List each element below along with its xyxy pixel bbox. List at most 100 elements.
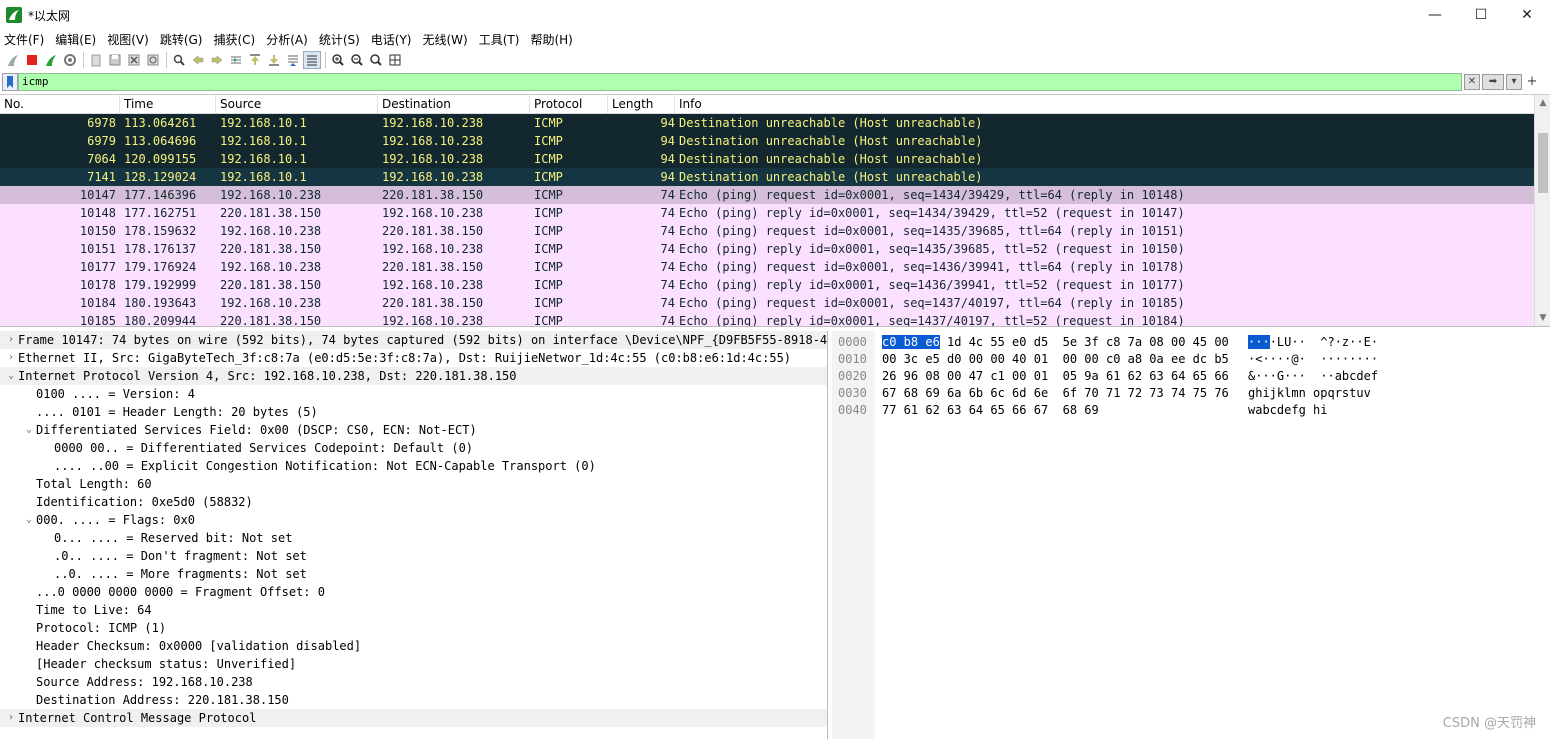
detail-tree-item[interactable]: 0... .... = Reserved bit: Not set xyxy=(0,529,827,547)
detail-tree-item[interactable]: .... 0101 = Header Length: 20 bytes (5) xyxy=(0,403,827,421)
detail-tree-item[interactable]: Total Length: 60 xyxy=(0,475,827,493)
filter-history-chevron-down-icon[interactable]: ▾ xyxy=(1506,73,1522,90)
colorize-icon[interactable] xyxy=(303,51,321,69)
packet-cell-proto: ICMP xyxy=(534,314,563,327)
column-header-no[interactable]: No. xyxy=(0,95,120,113)
detail-tree-item[interactable]: › Ethernet II, Src: GigaByteTech_3f:c8:7a… xyxy=(0,349,827,367)
chevron-down-icon[interactable]: ⌄ xyxy=(4,367,18,385)
detail-tree-item[interactable]: Time to Live: 64 xyxy=(0,601,827,619)
column-header-time[interactable]: Time xyxy=(120,95,216,113)
menu-file[interactable]: 文件(F) xyxy=(4,31,44,48)
chevron-down-icon[interactable]: ⌄ xyxy=(22,421,36,439)
close-file-icon[interactable] xyxy=(125,51,143,69)
scroll-down-arrow-icon[interactable]: ▼ xyxy=(1535,310,1550,326)
reload-file-icon[interactable] xyxy=(144,51,162,69)
detail-tree-item[interactable]: › Internet Control Message Protocol xyxy=(0,709,827,727)
bookmark-icon[interactable] xyxy=(2,72,18,91)
chevron-right-icon[interactable]: › xyxy=(4,331,18,349)
menu-tools[interactable]: 工具(T) xyxy=(479,31,520,48)
open-file-icon[interactable] xyxy=(87,51,105,69)
go-forward-icon[interactable] xyxy=(208,51,226,69)
packet-row[interactable]: 10150 178.159632 192.168.10.238 220.181.38.… xyxy=(0,222,1550,240)
column-header-protocol[interactable]: Protocol xyxy=(530,95,608,113)
close-button[interactable]: ✕ xyxy=(1504,0,1550,30)
menu-go[interactable]: 跳转(G) xyxy=(160,31,203,48)
chevron-right-icon[interactable]: › xyxy=(4,709,18,727)
packet-cell-dst: 192.168.10.238 xyxy=(382,242,484,256)
detail-tree-item[interactable]: › Frame 10147: 74 bytes on wire (592 bits… xyxy=(0,331,827,349)
capture-options-icon[interactable] xyxy=(61,51,79,69)
detail-tree-item[interactable]: Identification: 0xe5d0 (58832) xyxy=(0,493,827,511)
detail-tree-item[interactable]: ..0. .... = More fragments: Not set xyxy=(0,565,827,583)
scrollbar-thumb[interactable] xyxy=(1538,133,1548,193)
restart-capture-icon[interactable] xyxy=(42,51,60,69)
detail-tree-item[interactable]: .... ..00 = Explicit Congestion Notifica… xyxy=(0,457,827,475)
stop-capture-icon[interactable] xyxy=(23,51,41,69)
menu-analyze[interactable]: 分析(A) xyxy=(266,31,308,48)
display-filter-input[interactable]: icmp xyxy=(18,72,1462,91)
packet-row[interactable]: 6978 113.064261 192.168.10.1 192.168.10.238… xyxy=(0,114,1550,132)
detail-tree-item[interactable]: Destination Address: 220.181.38.150 xyxy=(0,691,827,709)
packet-row[interactable]: 10177 179.176924 192.168.10.238 220.181.38.… xyxy=(0,258,1550,276)
detail-tree-item[interactable]: ⌄ Internet Protocol Version 4, Src: 192.1… xyxy=(0,367,827,385)
display-filter-bar: icmp ✕ ➡ ▾ + xyxy=(0,72,1550,91)
detail-tree-item[interactable]: Protocol: ICMP (1) xyxy=(0,619,827,637)
detail-tree-item[interactable]: 0100 .... = Version: 4 xyxy=(0,385,827,403)
menu-capture[interactable]: 捕获(C) xyxy=(213,31,255,48)
packet-row[interactable]: 7141 128.129024 192.168.10.1 192.168.10.238… xyxy=(0,168,1550,186)
packet-row[interactable]: 10178 179.192999 220.181.38.150 192.168.10.… xyxy=(0,276,1550,294)
detail-tree-item[interactable]: .0.. .... = Don't fragment: Not set xyxy=(0,547,827,565)
packet-row[interactable]: 10185 180.209944 220.181.38.150 192.168.10.… xyxy=(0,312,1550,327)
start-capture-icon[interactable] xyxy=(4,51,22,69)
apply-filter-icon[interactable]: ➡ xyxy=(1482,73,1504,90)
byte-row[interactable]: 0000 c0 b8 e6 1d 4c 55 e0 d5 5e 3f c8 7a … xyxy=(832,334,1532,351)
detail-tree-item[interactable]: ⌄ Differentiated Services Field: 0x00 (DS… xyxy=(0,421,827,439)
detail-tree-item[interactable]: ⌄ 000. .... = Flags: 0x0 xyxy=(0,511,827,529)
detail-tree-item[interactable]: Source Address: 192.168.10.238 xyxy=(0,673,827,691)
packet-row[interactable]: 6979 113.064696 192.168.10.1 192.168.10.238… xyxy=(0,132,1550,150)
zoom-in-icon[interactable] xyxy=(329,51,347,69)
find-packet-icon[interactable] xyxy=(170,51,188,69)
zoom-reset-icon[interactable] xyxy=(367,51,385,69)
maximize-button[interactable]: ☐ xyxy=(1458,0,1504,30)
packet-list-scrollbar[interactable]: ▲ ▼ xyxy=(1534,95,1550,326)
menu-edit[interactable]: 编辑(E) xyxy=(55,31,96,48)
packet-cell-len: 94 xyxy=(660,116,675,130)
autoscroll-icon[interactable] xyxy=(284,51,302,69)
add-filter-button-icon[interactable]: + xyxy=(1524,74,1540,90)
scroll-up-arrow-icon[interactable]: ▲ xyxy=(1535,95,1550,111)
packet-row[interactable]: 10151 178.176137 220.181.38.150 192.168.10.… xyxy=(0,240,1550,258)
detail-tree-item[interactable]: ...0 0000 0000 0000 = Fragment Offset: 0 xyxy=(0,583,827,601)
column-header-source[interactable]: Source xyxy=(216,95,378,113)
column-header-length[interactable]: Length xyxy=(608,95,675,113)
column-header-info[interactable]: Info xyxy=(675,95,1550,113)
go-back-icon[interactable] xyxy=(189,51,207,69)
byte-row[interactable]: 0040 77 61 62 63 64 65 66 67 68 69 wabcdef… xyxy=(832,402,1532,419)
save-file-icon[interactable] xyxy=(106,51,124,69)
packet-row[interactable]: 10148 177.162751 220.181.38.150 192.168.10.… xyxy=(0,204,1550,222)
go-last-icon[interactable] xyxy=(265,51,283,69)
menu-view[interactable]: 视图(V) xyxy=(107,31,149,48)
menu-help[interactable]: 帮助(H) xyxy=(530,31,572,48)
zoom-out-icon[interactable] xyxy=(348,51,366,69)
packet-row[interactable]: 10147 177.146396 192.168.10.238 220.181.38.… xyxy=(0,186,1550,204)
packet-row[interactable]: 10184 180.193643 192.168.10.238 220.181.38.… xyxy=(0,294,1550,312)
resize-columns-icon[interactable] xyxy=(386,51,404,69)
detail-tree-item[interactable]: [Header checksum status: Unverified] xyxy=(0,655,827,673)
column-header-destination[interactable]: Destination xyxy=(378,95,530,113)
chevron-right-icon[interactable]: › xyxy=(4,349,18,367)
byte-row[interactable]: 0030 67 68 69 6a 6b 6c 6d 6e 6f 70 71 72 … xyxy=(832,385,1532,402)
byte-row[interactable]: 0020 26 96 08 00 47 c1 00 01 05 9a 61 62 … xyxy=(832,368,1532,385)
go-first-icon[interactable] xyxy=(246,51,264,69)
byte-row[interactable]: 0010 00 3c e5 d0 00 00 40 01 00 00 c0 a8 … xyxy=(832,351,1532,368)
chevron-down-icon[interactable]: ⌄ xyxy=(22,511,36,529)
detail-tree-item[interactable]: 0000 00.. = Differentiated Services Code… xyxy=(0,439,827,457)
packet-row[interactable]: 7064 120.099155 192.168.10.1 192.168.10.238… xyxy=(0,150,1550,168)
menu-wireless[interactable]: 无线(W) xyxy=(423,31,468,48)
menu-statistics[interactable]: 统计(S) xyxy=(319,31,360,48)
detail-tree-item[interactable]: Header Checksum: 0x0000 [validation disa… xyxy=(0,637,827,655)
go-to-packet-icon[interactable] xyxy=(227,51,245,69)
minimize-button[interactable]: — xyxy=(1412,0,1458,30)
clear-filter-icon[interactable]: ✕ xyxy=(1464,73,1480,90)
menu-telephony[interactable]: 电话(Y) xyxy=(371,31,412,48)
